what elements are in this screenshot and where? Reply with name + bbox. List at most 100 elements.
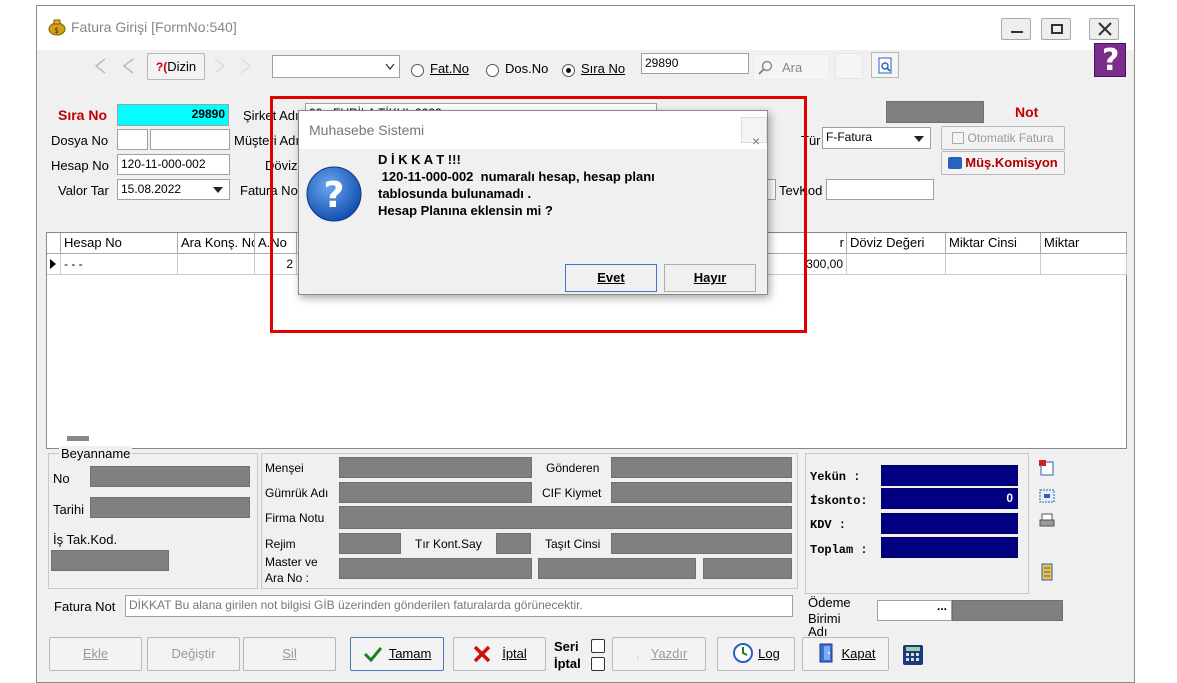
tamam-button[interactable]: Tamam (350, 637, 444, 671)
beyanname-tarihi-field[interactable] (90, 497, 250, 518)
col-miktar[interactable]: Miktar (1041, 233, 1127, 254)
prev-record-button[interactable] (119, 54, 139, 78)
help-button[interactable]: ? (1094, 43, 1126, 78)
col-doviz-degeri[interactable]: Döviz Değeri (847, 233, 946, 254)
ara-label: Ara (782, 60, 803, 75)
log-label: Log (758, 646, 780, 661)
is-tak-kod-field[interactable] (51, 550, 169, 571)
cell-ara-kons-no[interactable] (178, 254, 255, 275)
toplam-field[interactable] (881, 537, 1018, 558)
horizontal-scrollbar-thumb[interactable] (67, 436, 89, 441)
tur-select[interactable]: F-Fatura (822, 127, 931, 149)
calculator-icon (903, 645, 923, 665)
kapat-label: Kapat (841, 646, 876, 661)
tur-value: F-Fatura (826, 130, 873, 144)
iptal-button[interactable]: İptal (453, 637, 546, 671)
yekun-label: Yekün : (810, 470, 861, 484)
ara-no-field[interactable] (538, 558, 696, 579)
question-mark-icon: ? (1102, 43, 1120, 78)
ekle-button[interactable]: Ekle (49, 637, 142, 671)
gonderen-field[interactable] (611, 457, 792, 478)
odeme-birimi-adi-field[interactable] (952, 600, 1063, 621)
first-record-button[interactable] (91, 54, 111, 78)
tamam-label: Tamam (388, 646, 432, 661)
mensei-field[interactable] (339, 457, 532, 478)
iskonto-field[interactable]: 0 (881, 488, 1018, 509)
minimize-button[interactable] (1001, 18, 1031, 40)
cell-miktar-cinsi[interactable] (946, 254, 1041, 275)
ara-no-label: Ara No : (265, 571, 310, 585)
handshake-icon (948, 157, 963, 169)
ellipsis-button[interactable]: ... (937, 601, 947, 616)
tir-kont-say-label: Tır Kont.Say (415, 537, 482, 551)
master-field[interactable] (339, 558, 532, 579)
seri-checkbox[interactable] (591, 639, 605, 653)
firma-notu-field[interactable] (339, 506, 792, 529)
chevron-right-icon (240, 58, 252, 74)
cancel-x-icon (473, 645, 491, 663)
col-hesap-no[interactable]: Hesap No (61, 233, 178, 254)
tir-kont-say-field[interactable] (496, 533, 531, 554)
ara-button[interactable]: Ara (753, 54, 829, 80)
yazdir-button[interactable]: ‚ Yazdır (612, 637, 706, 671)
preview-button[interactable] (871, 52, 899, 78)
dosya-no-field[interactable] (150, 129, 230, 150)
otomatik-fatura-label: Otomatik Fatura (967, 131, 1054, 145)
radio-sirano[interactable] (562, 64, 575, 77)
grid-corner (47, 233, 61, 254)
calendar-select-icon[interactable] (1038, 487, 1056, 505)
sil-button[interactable]: Sil (243, 637, 336, 671)
chevron-left-icon (122, 58, 134, 74)
tasit-cinsi-field[interactable] (611, 533, 792, 554)
gumruk-adi-field[interactable] (339, 482, 532, 503)
dizin-button[interactable]: ?(Dizin (147, 53, 205, 80)
not-field[interactable] (886, 101, 984, 123)
maximize-button[interactable] (1041, 18, 1071, 40)
add-record-icon[interactable] (1038, 459, 1056, 477)
radio-fatno[interactable] (411, 64, 424, 77)
filter-select[interactable] (272, 55, 400, 78)
col-ara-kons-no[interactable]: Ara Konş. No (178, 233, 255, 254)
printer-icon[interactable] (1038, 512, 1056, 530)
kdv-field[interactable] (881, 513, 1018, 534)
cell-hesap-no[interactable]: - - - (61, 254, 178, 275)
yekun-field[interactable] (881, 465, 1018, 486)
help-icon: ?( (155, 60, 168, 74)
kapat-button[interactable]: Kapat (802, 637, 889, 671)
odeme-birimi-field[interactable]: ... (877, 600, 952, 621)
fatura-not-label: Fatura Not (54, 599, 116, 614)
beyanname-no-field[interactable] (90, 466, 250, 487)
cif-kiymet-field[interactable] (611, 482, 792, 503)
cell-miktar[interactable] (1041, 254, 1127, 275)
tevkod-field[interactable] (826, 179, 934, 200)
degistir-button[interactable]: Değiştir (147, 637, 240, 671)
cell-doviz-degeri[interactable] (847, 254, 946, 275)
list-icon[interactable] (1038, 563, 1056, 581)
close-button[interactable] (1089, 18, 1119, 40)
search-input[interactable]: 29890 (641, 53, 749, 74)
last-record-button[interactable] (235, 54, 255, 78)
blank-tool-button[interactable] (835, 53, 863, 79)
close-icon (1098, 22, 1112, 36)
cif-kiymet-label: CIF Kiymet (542, 486, 602, 500)
radio-dosno-label: Dos.No (505, 61, 549, 76)
next-record-button[interactable] (209, 54, 229, 78)
radio-dosno[interactable] (486, 64, 499, 77)
mus-komisyon-button[interactable]: Müş.Komisyon (941, 151, 1065, 175)
fatura-not-field[interactable]: DİKKAT Bu alana girilen not bilgisi GİB … (125, 595, 793, 617)
radio-sirano-label: Sıra No (581, 61, 626, 76)
otomatik-fatura-button[interactable]: Otomatik Fatura (941, 126, 1065, 150)
sira-no-field[interactable]: 29890 (117, 104, 229, 126)
master-extra-field[interactable] (703, 558, 792, 579)
dosya-no-prefix-field[interactable] (117, 129, 148, 150)
seri-iptal-checkbox[interactable] (591, 657, 605, 671)
iptal-label: İptal (502, 646, 527, 661)
rejim-label: Rejim (265, 537, 296, 551)
col-miktar-cinsi[interactable]: Miktar Cinsi (946, 233, 1041, 254)
calculator-button[interactable] (902, 644, 924, 666)
hesap-no-field[interactable]: 120-11-000-002 (117, 154, 230, 175)
valor-tar-field[interactable]: 15.08.2022 (117, 179, 230, 200)
log-button[interactable]: Log (717, 637, 795, 671)
odeme-label-2: Birimi (808, 611, 841, 626)
rejim-field[interactable] (339, 533, 401, 554)
